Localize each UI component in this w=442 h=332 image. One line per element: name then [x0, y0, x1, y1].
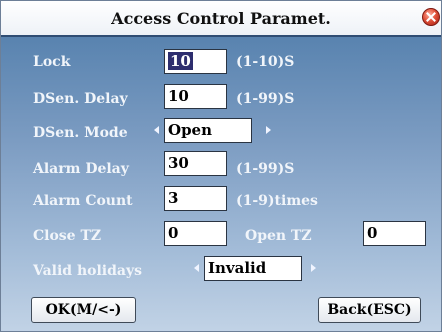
dsen-mode-label: DSen. Mode: [33, 125, 128, 141]
back-button[interactable]: Back(ESC): [318, 297, 421, 323]
alarm-count-input[interactable]: 3: [164, 186, 227, 211]
access-control-window: Access Control Paramet. Lock 10 (1-10)S …: [0, 0, 442, 332]
dsen-mode-select[interactable]: Open: [164, 118, 252, 143]
valid-holidays-prev-icon[interactable]: [194, 264, 199, 272]
ok-button[interactable]: OK(M/<-): [31, 297, 136, 323]
lock-label: Lock: [33, 54, 71, 70]
dsen-delay-label: DSen. Delay: [33, 91, 128, 107]
close-icon[interactable]: [422, 8, 440, 26]
close-tz-input[interactable]: 0: [164, 221, 227, 246]
open-tz-input[interactable]: 0: [363, 221, 426, 246]
open-tz-label: Open TZ: [245, 228, 312, 244]
valid-holidays-label: Valid holidays: [33, 263, 142, 279]
alarm-count-range: (1-9)times: [236, 193, 318, 209]
alarm-delay-input[interactable]: 30: [164, 151, 227, 176]
dsen-mode-next-icon[interactable]: [266, 126, 271, 134]
dsen-delay-range: (1-99)S: [236, 91, 295, 107]
dsen-delay-input[interactable]: 10: [164, 84, 227, 109]
alarm-delay-label: Alarm Delay: [33, 161, 129, 177]
dsen-mode-prev-icon[interactable]: [154, 126, 159, 134]
alarm-count-label: Alarm Count: [33, 193, 133, 209]
lock-input[interactable]: 10: [164, 49, 227, 74]
close-tz-label: Close TZ: [33, 228, 102, 244]
lock-range: (1-10)S: [236, 54, 295, 70]
title-bar: Access Control Paramet.: [1, 1, 441, 37]
lock-value: 10: [168, 52, 193, 70]
valid-holidays-next-icon[interactable]: [311, 264, 316, 272]
window-title: Access Control Paramet.: [111, 9, 331, 28]
valid-holidays-select[interactable]: Invalid: [204, 256, 302, 281]
alarm-delay-range: (1-99)S: [236, 161, 295, 177]
